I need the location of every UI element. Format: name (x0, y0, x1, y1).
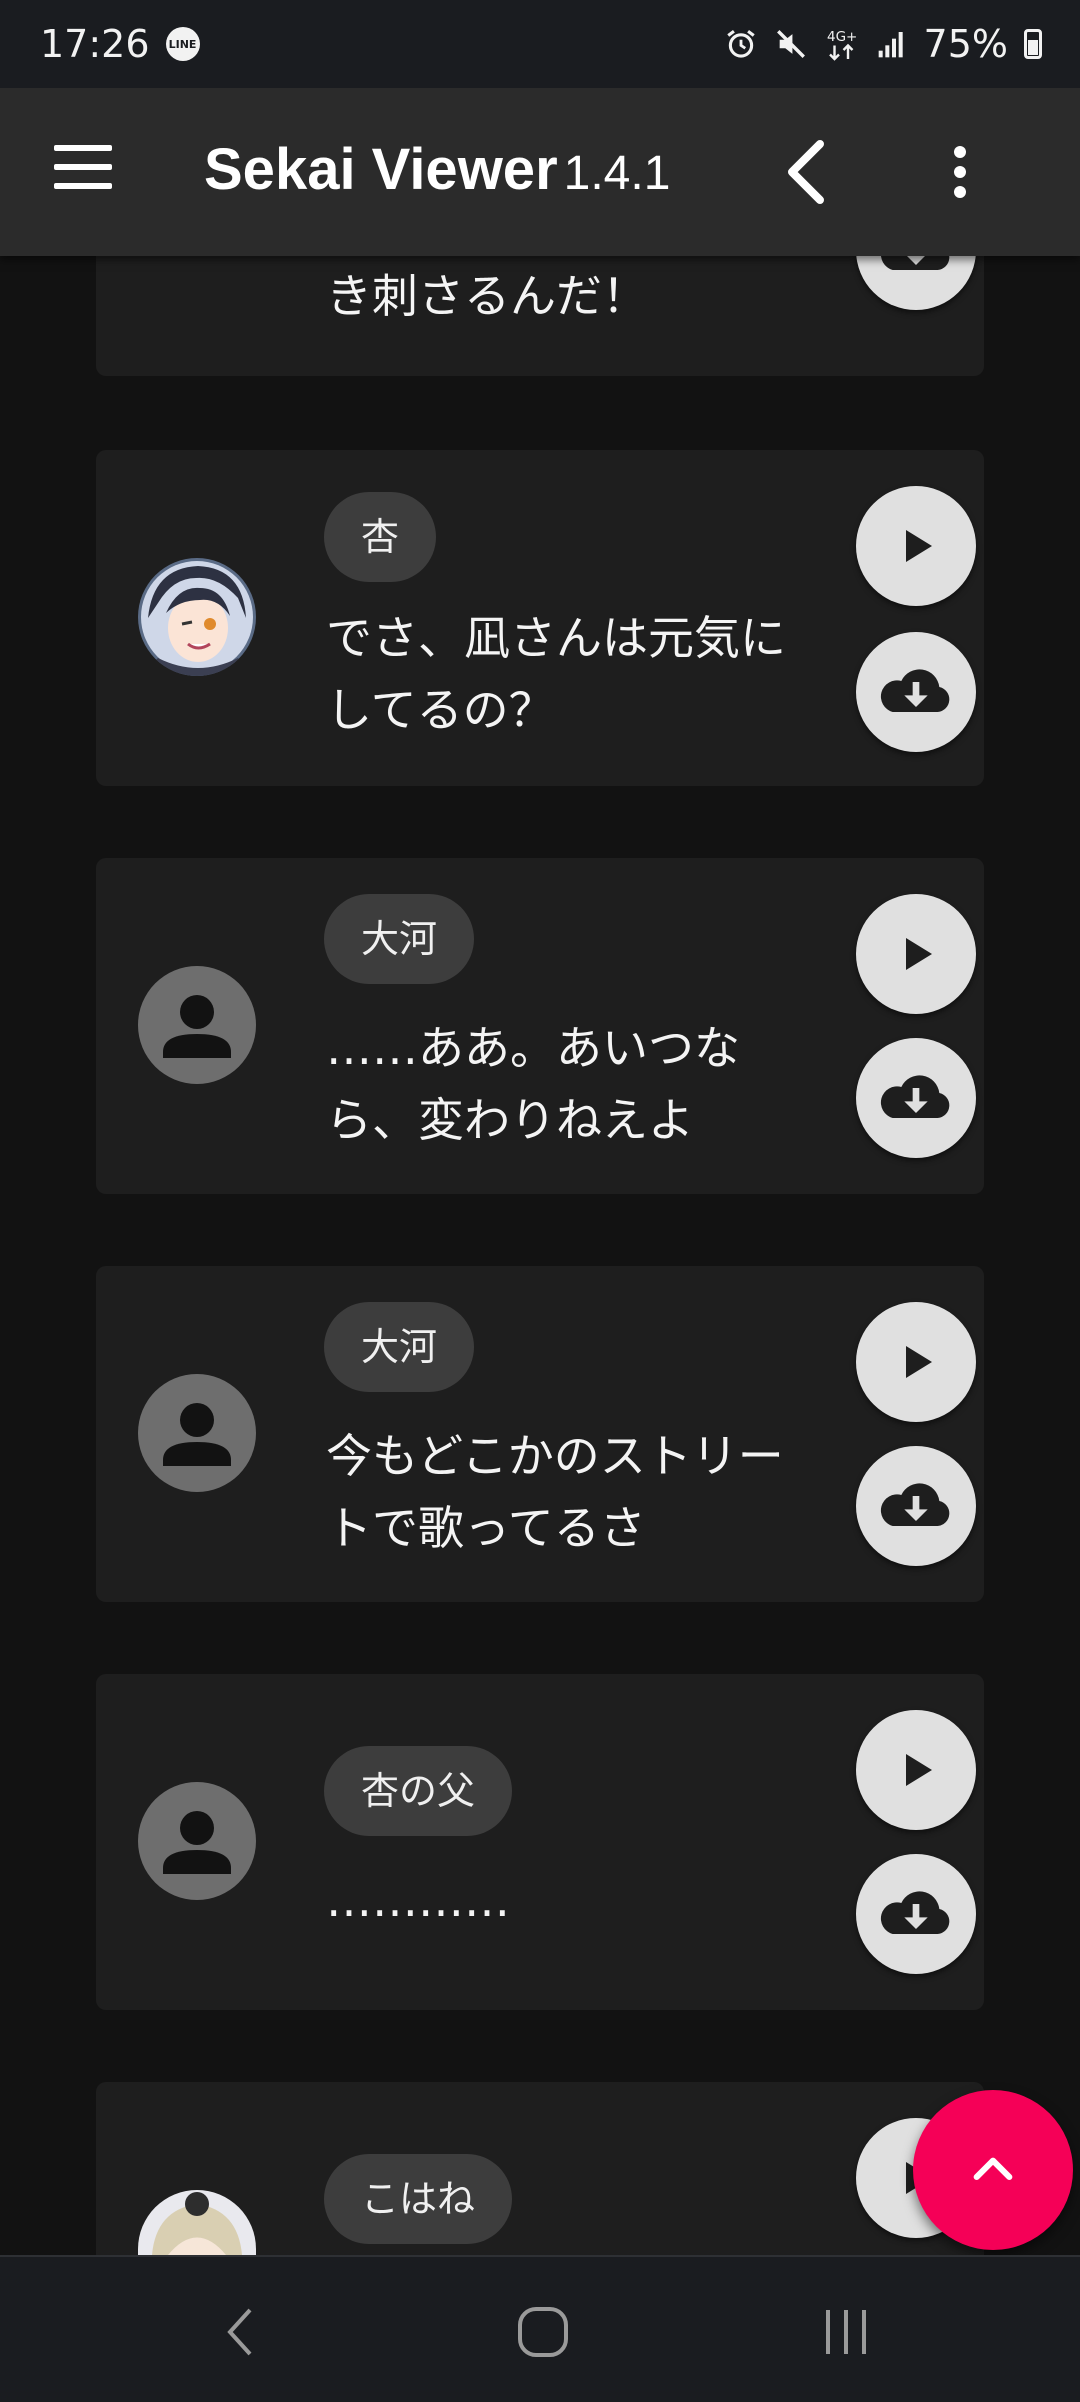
speaker-chip: 大河 (324, 1302, 475, 1392)
menu-icon[interactable] (54, 145, 112, 199)
nav-back-icon[interactable] (200, 2297, 280, 2367)
network-label: 4G+ (827, 29, 857, 45)
status-time: 17:26 (40, 22, 150, 66)
play-button[interactable] (856, 1710, 976, 1830)
speaker-chip: 杏 (324, 492, 437, 582)
battery-icon (1024, 29, 1042, 59)
play-button[interactable] (856, 894, 976, 1014)
person-placeholder-icon (138, 966, 256, 1084)
line-notification-icon: LINE (165, 27, 200, 61)
mute-icon (774, 27, 808, 61)
system-navigation-bar (0, 2255, 1080, 2402)
dialog-card: 大河 今もどこかのストリートで歌ってるさ (96, 1266, 984, 1602)
cloud-download-icon (880, 669, 950, 712)
character-avatar (138, 2190, 256, 2255)
dialog-text: き刺さるんだ！ (326, 269, 648, 323)
nav-home-icon[interactable] (503, 2297, 583, 2367)
dialog-text: でさ、凪さんは元気にしてるの？ (326, 611, 786, 737)
chevron-up-icon (973, 2157, 1013, 2181)
cloud-download-icon (880, 1891, 950, 1934)
network-icon: 4G+ (824, 26, 860, 62)
alarm-icon (724, 27, 758, 61)
speaker-chip: こはね (324, 2154, 513, 2244)
back-icon[interactable] (770, 132, 840, 212)
app-bar: Sekai Viewer 1.4.1 (0, 88, 1080, 256)
dialog-text: ……ああ。あいつなら、変わりねえよ (326, 1021, 740, 1147)
play-icon (906, 1346, 932, 1378)
download-button[interactable] (856, 1446, 976, 1566)
play-icon (906, 1754, 932, 1786)
scroll-to-top-button[interactable] (913, 2090, 1073, 2250)
person-placeholder-icon (138, 1782, 256, 1900)
character-avatar (138, 558, 256, 676)
more-vert-icon[interactable] (920, 132, 1000, 212)
app-version: 1.4.1 (563, 147, 671, 200)
download-button[interactable] (856, 1854, 976, 1974)
status-bar: 17:26 LINE 4G+ 75% (0, 0, 1080, 88)
play-icon (906, 530, 932, 562)
signal-icon (876, 28, 908, 60)
play-button[interactable] (856, 486, 976, 606)
nav-recents-icon[interactable] (806, 2297, 886, 2367)
dialog-text: 今もどこかのストリートで歌ってるさ (326, 1429, 784, 1555)
app-title-text: Sekai Viewer (204, 137, 558, 202)
play-button[interactable] (856, 1302, 976, 1422)
dialog-card: こはね (96, 2082, 984, 2255)
speaker-chip: 大河 (324, 894, 475, 984)
dialog-card: 杏 でさ、凪さんは元気にしてるの？ (96, 450, 984, 786)
cloud-download-icon (880, 1075, 950, 1118)
download-button[interactable] (856, 1038, 976, 1158)
person-placeholder-icon (138, 1374, 256, 1492)
download-button[interactable] (856, 632, 976, 752)
speaker-chip: 杏の父 (324, 1746, 513, 1836)
play-icon (906, 938, 932, 970)
app-title: Sekai Viewer 1.4.1 (204, 136, 670, 203)
dialog-text: ………… (326, 1873, 510, 1927)
battery-percent: 75% (923, 22, 1008, 66)
cloud-download-icon (880, 1483, 950, 1526)
dialog-card: 大河 ……ああ。あいつなら、変わりねえよ (96, 858, 984, 1194)
dialog-card: 杏の父 ………… (96, 1674, 984, 2010)
